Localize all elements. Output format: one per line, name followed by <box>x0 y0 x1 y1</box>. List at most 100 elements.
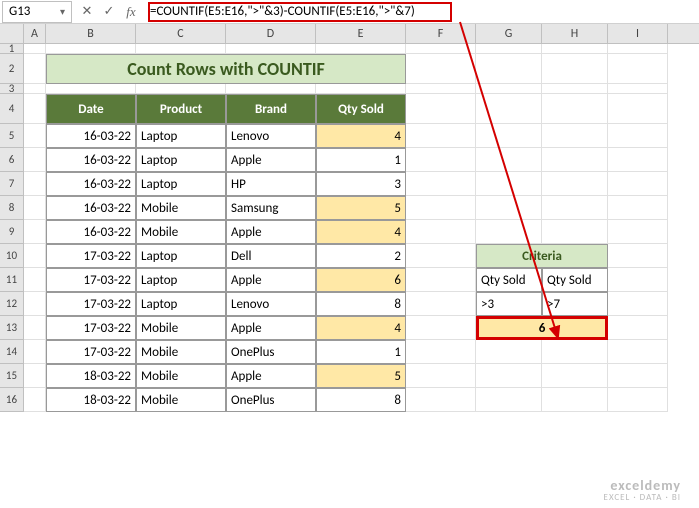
cell[interactable] <box>476 94 542 124</box>
cell[interactable] <box>24 316 46 340</box>
cell[interactable] <box>406 244 476 268</box>
cell[interactable] <box>476 388 542 412</box>
cell[interactable] <box>24 84 46 94</box>
cell-product[interactable]: Mobile <box>136 316 226 340</box>
row-header[interactable]: 11 <box>0 268 24 292</box>
cell[interactable] <box>608 84 668 94</box>
enter-icon[interactable]: ✓ <box>102 4 116 19</box>
cell-date[interactable]: 17-03-22 <box>46 292 136 316</box>
cell[interactable] <box>46 44 136 54</box>
cell[interactable] <box>406 316 476 340</box>
cell-qty[interactable]: 4 <box>316 124 406 148</box>
row-header[interactable]: 8 <box>0 196 24 220</box>
cell[interactable] <box>608 124 668 148</box>
col-header[interactable]: A <box>24 24 46 43</box>
cell[interactable] <box>406 268 476 292</box>
col-header[interactable]: H <box>542 24 608 43</box>
cell[interactable] <box>406 124 476 148</box>
cell[interactable] <box>542 124 608 148</box>
cell-product[interactable]: Laptop <box>136 124 226 148</box>
cell[interactable] <box>608 172 668 196</box>
col-header[interactable]: E <box>316 24 406 43</box>
cell[interactable] <box>542 172 608 196</box>
cell[interactable] <box>476 364 542 388</box>
col-header[interactable]: C <box>136 24 226 43</box>
cell[interactable] <box>406 292 476 316</box>
cell-brand[interactable]: OnePlus <box>226 388 316 412</box>
cell-product[interactable]: Mobile <box>136 340 226 364</box>
cell[interactable] <box>316 84 406 94</box>
cell-qty[interactable]: 2 <box>316 244 406 268</box>
cell[interactable] <box>24 292 46 316</box>
cell-brand[interactable]: HP <box>226 172 316 196</box>
cell[interactable] <box>608 340 668 364</box>
cell[interactable] <box>476 44 542 54</box>
cell[interactable] <box>406 54 476 84</box>
row-header[interactable]: 9 <box>0 220 24 244</box>
cell[interactable] <box>24 388 46 412</box>
cell[interactable] <box>406 172 476 196</box>
cell[interactable] <box>608 54 668 84</box>
cell[interactable] <box>46 84 136 94</box>
criteria-label[interactable]: Qty Sold <box>542 268 608 292</box>
cell-qty[interactable]: 3 <box>316 172 406 196</box>
cell[interactable] <box>542 364 608 388</box>
cell[interactable] <box>608 244 668 268</box>
row-header[interactable]: 4 <box>0 94 24 124</box>
cancel-icon[interactable]: ✕ <box>80 4 94 19</box>
cell[interactable] <box>542 196 608 220</box>
cell[interactable] <box>476 124 542 148</box>
cell-product[interactable]: Laptop <box>136 292 226 316</box>
cell[interactable] <box>24 124 46 148</box>
cell[interactable] <box>24 196 46 220</box>
row-header[interactable]: 1 <box>0 44 24 54</box>
row-header[interactable]: 15 <box>0 364 24 388</box>
cell[interactable] <box>226 84 316 94</box>
cell-qty[interactable]: 6 <box>316 268 406 292</box>
cell[interactable] <box>608 292 668 316</box>
cell-brand[interactable]: Apple <box>226 220 316 244</box>
cell-brand[interactable]: Lenovo <box>226 124 316 148</box>
cell[interactable] <box>608 388 668 412</box>
cell[interactable] <box>24 94 46 124</box>
chevron-down-icon[interactable]: ▾ <box>60 5 65 18</box>
row-header[interactable]: 7 <box>0 172 24 196</box>
cell-product[interactable]: Mobile <box>136 196 226 220</box>
cell[interactable] <box>406 340 476 364</box>
cell[interactable] <box>406 94 476 124</box>
cell[interactable] <box>542 54 608 84</box>
cell[interactable] <box>476 148 542 172</box>
fx-icon[interactable]: fx <box>124 4 138 20</box>
cell[interactable] <box>24 244 46 268</box>
select-all-corner[interactable] <box>0 24 24 43</box>
cell-product[interactable]: Laptop <box>136 244 226 268</box>
cell[interactable] <box>608 148 668 172</box>
cell-date[interactable]: 17-03-22 <box>46 244 136 268</box>
cell[interactable] <box>542 220 608 244</box>
cell[interactable] <box>316 44 406 54</box>
row-header[interactable]: 14 <box>0 340 24 364</box>
cell-date[interactable]: 16-03-22 <box>46 172 136 196</box>
cell[interactable] <box>542 84 608 94</box>
cell[interactable] <box>406 148 476 172</box>
row-header[interactable]: 2 <box>0 54 24 84</box>
cell-product[interactable]: Laptop <box>136 172 226 196</box>
cell-date[interactable]: 16-03-22 <box>46 124 136 148</box>
criteria-value[interactable]: >7 <box>542 292 608 316</box>
cell[interactable] <box>24 340 46 364</box>
cell[interactable] <box>542 340 608 364</box>
cell[interactable] <box>24 268 46 292</box>
cell[interactable] <box>608 44 668 54</box>
col-header[interactable]: G <box>476 24 542 43</box>
cell[interactable] <box>476 84 542 94</box>
cell-product[interactable]: Mobile <box>136 364 226 388</box>
cell[interactable] <box>24 220 46 244</box>
row-header[interactable]: 5 <box>0 124 24 148</box>
criteria-label[interactable]: Qty Sold <box>476 268 542 292</box>
cell[interactable] <box>406 84 476 94</box>
cell-product[interactable]: Laptop <box>136 148 226 172</box>
cell-product[interactable]: Mobile <box>136 220 226 244</box>
cell-product[interactable]: Laptop <box>136 268 226 292</box>
formula-bar[interactable] <box>146 1 699 23</box>
cell[interactable] <box>406 220 476 244</box>
